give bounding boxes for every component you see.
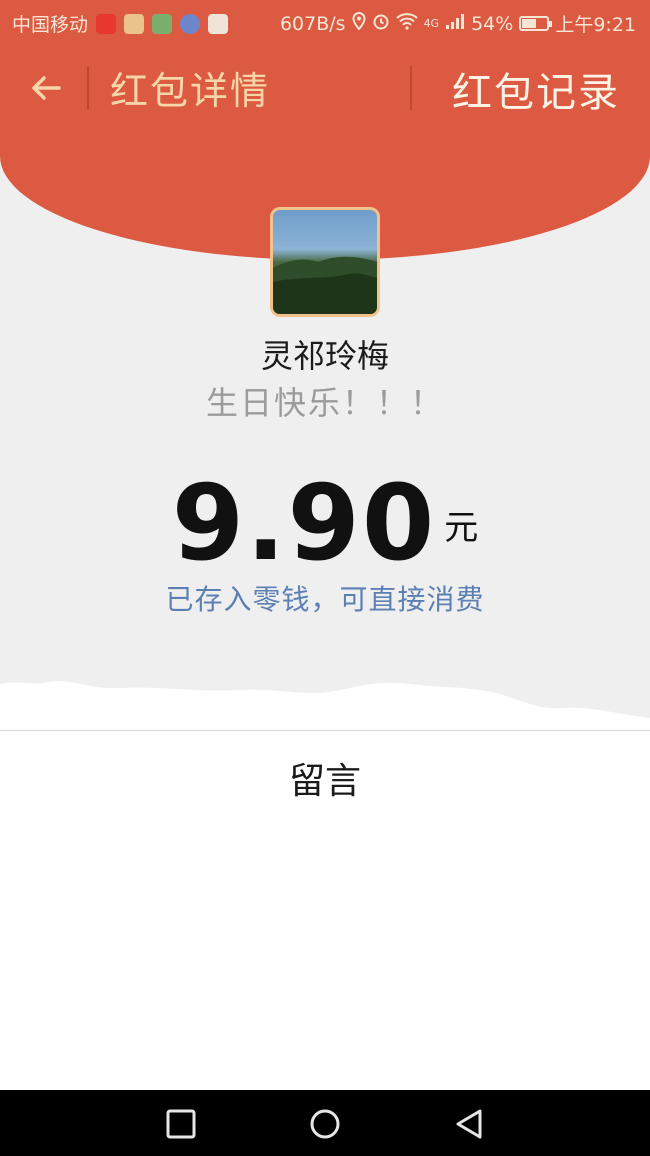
back-button[interactable] bbox=[24, 66, 68, 110]
status-right: 607B/s 4G 54% 上午9:21 bbox=[280, 10, 636, 37]
section-divider bbox=[0, 730, 650, 731]
back-triangle-icon[interactable] bbox=[452, 1107, 486, 1141]
red-packet-records-button[interactable]: 红包记录 bbox=[452, 60, 620, 118]
sender-name: 灵祁玲梅 bbox=[260, 337, 389, 375]
home-circle-icon[interactable] bbox=[308, 1107, 342, 1141]
arrow-left-icon bbox=[32, 76, 61, 100]
net-speed: 607B/s bbox=[279, 12, 346, 35]
greeting-message: 生日快乐！！！ bbox=[205, 384, 444, 422]
location-icon bbox=[352, 11, 366, 35]
clock: 上午9:21 bbox=[555, 14, 636, 36]
map-pin-app-icon bbox=[208, 13, 229, 34]
browser-app-icon bbox=[180, 13, 201, 34]
weibo-icon bbox=[96, 13, 117, 34]
battery-icon bbox=[519, 16, 553, 31]
nav-divider bbox=[87, 66, 89, 110]
page-title: 红包详情 bbox=[110, 69, 271, 113]
alarm-icon bbox=[372, 12, 390, 35]
status-left: 中国移动 bbox=[12, 10, 229, 37]
carrier-label: 中国移动 bbox=[12, 14, 89, 36]
news-app-icon bbox=[152, 13, 173, 34]
system-navigation-bar bbox=[0, 1090, 650, 1156]
message-section-title: 留言 bbox=[288, 761, 361, 802]
amount-row: 9.90 元 bbox=[0, 462, 650, 584]
network-type: 4G bbox=[423, 17, 440, 30]
battery-percent: 54% bbox=[471, 12, 514, 35]
amount-value: 9.90 bbox=[171, 462, 437, 584]
wifi-icon bbox=[395, 12, 418, 35]
nav-divider bbox=[410, 66, 412, 110]
signal-icon bbox=[445, 12, 465, 35]
status-bar: 中国移动 607B/s 4G 54% 上午9:21 bbox=[0, 0, 650, 44]
stored-to-wallet-link[interactable]: 已存入零钱，可直接消费 bbox=[0, 578, 650, 618]
sender-avatar[interactable] bbox=[270, 207, 380, 317]
currency-unit: 元 bbox=[444, 508, 479, 548]
recent-apps-square-icon[interactable] bbox=[164, 1107, 198, 1141]
paper-plane-app-icon bbox=[124, 13, 145, 34]
top-navigation: 红包详情 红包记录 bbox=[0, 44, 650, 134]
